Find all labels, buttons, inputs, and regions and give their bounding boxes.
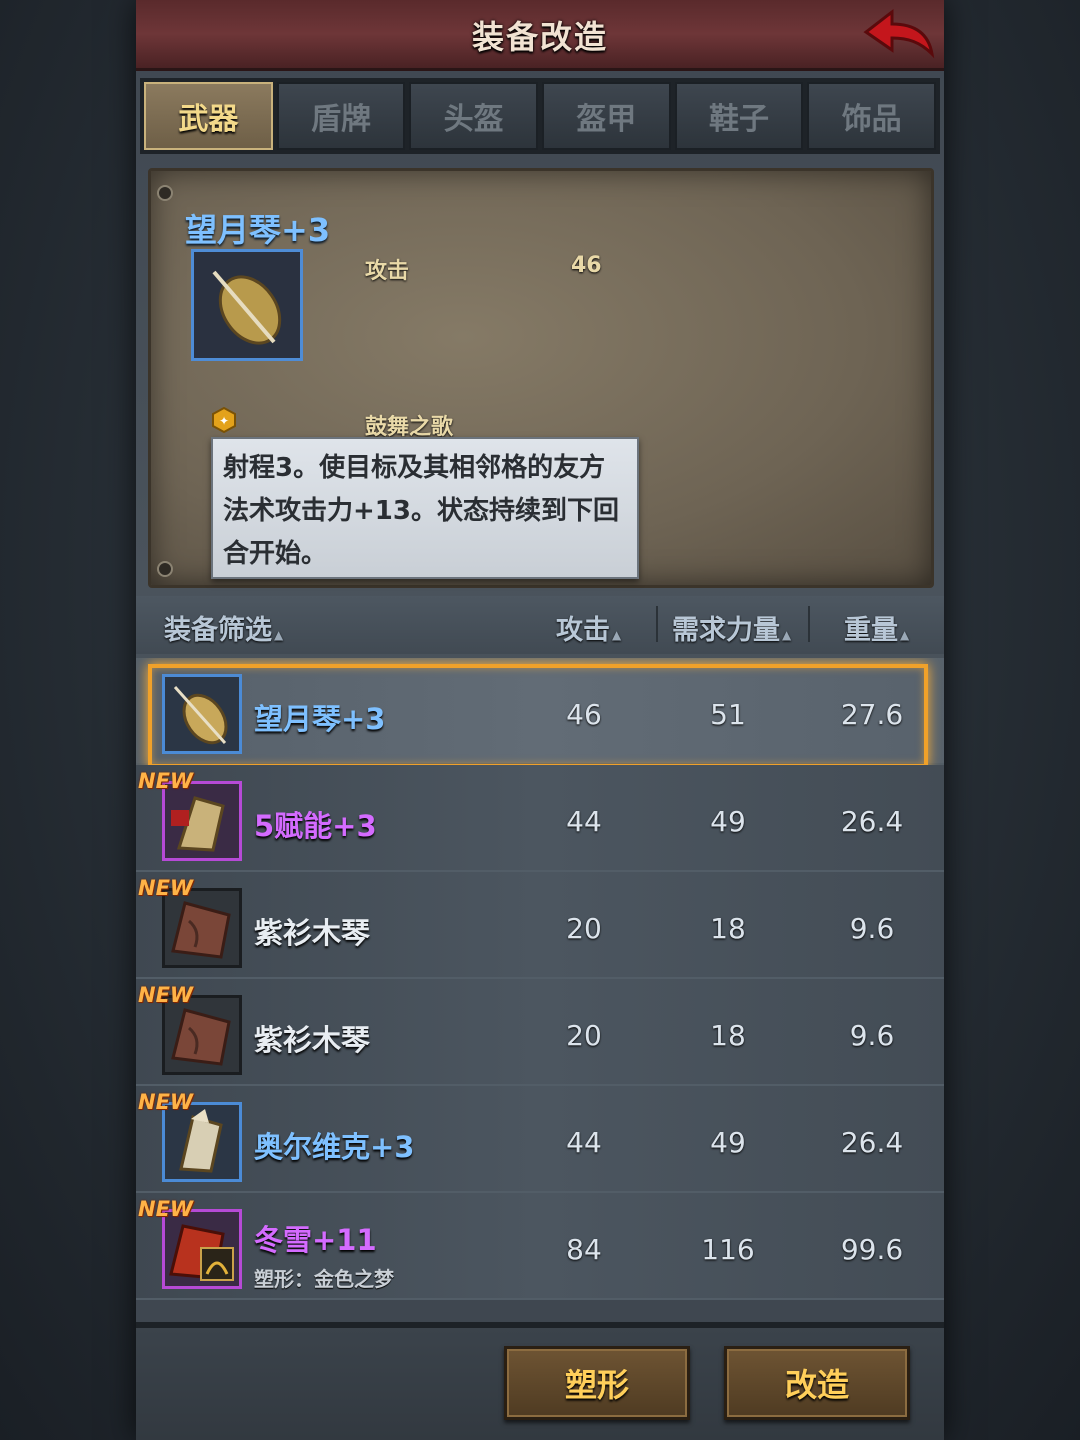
equipment-row[interactable]: 望月琴+3 46 51 27.6: [136, 658, 944, 765]
weight-value: 27.6: [840, 698, 904, 731]
equipment-list: 望月琴+3 46 51 27.6 NEW 5赋能+3 44 49 26.4 NE…: [136, 658, 944, 1320]
weight-sort-button[interactable]: 重量 ▲: [844, 608, 909, 647]
attack-value: 84: [566, 1233, 602, 1266]
weight-label: 重量: [844, 615, 898, 646]
strength-label: 需求力量: [672, 615, 780, 646]
column-header-bar: 装备筛选 ▲ 攻击 ▲ 需求力量 ▲ 重量 ▲: [136, 596, 944, 654]
filter-label: 装备筛选: [164, 615, 272, 646]
skill-tooltip: 射程3。使目标及其相邻格的友方 法术攻击力+13。状态持续到下回 合开始。: [211, 437, 639, 579]
tab-weapon[interactable]: 武器: [144, 82, 273, 150]
reshape-subtitle: 塑形：金色之梦: [254, 1267, 394, 1291]
gauntlet-icon: [162, 1102, 242, 1182]
weight-value: 99.6: [840, 1233, 904, 1266]
wooden-lute-icon: [162, 995, 242, 1075]
sort-triangle-icon: ▲: [274, 628, 284, 642]
attack-value: 46: [566, 698, 602, 731]
item-detail-name: 望月琴+3: [185, 211, 331, 249]
page-title: 装备改造: [471, 18, 608, 56]
new-badge: NEW: [138, 1197, 194, 1221]
strength-value: 18: [710, 1019, 746, 1052]
item-name: 奥尔维克+3: [254, 1130, 415, 1164]
tab-accessory[interactable]: 饰品: [807, 82, 937, 150]
strength-value: 51: [710, 698, 746, 731]
sort-triangle-icon: ▲: [612, 628, 622, 642]
item-name: 5赋能+3: [254, 809, 377, 843]
rivet: [157, 561, 173, 577]
gauntlet-icon: [162, 781, 242, 861]
attack-value: 20: [566, 1019, 602, 1052]
equipment-row[interactable]: NEW 5赋能+3 44 49 26.4: [136, 765, 944, 872]
weight-value: 26.4: [840, 805, 904, 838]
item-name: 紫衫木琴: [254, 916, 371, 950]
tooltip-line: 射程3。使目标及其相邻格的友方: [223, 453, 606, 483]
footer-bar: 塑形 改造: [136, 1322, 944, 1440]
strength-value: 18: [710, 912, 746, 945]
attack-value: 44: [566, 1126, 602, 1159]
strength-sort-button[interactable]: 需求力量 ▲: [672, 608, 791, 647]
strength-value: 116: [701, 1233, 755, 1266]
item-detail-icon: [191, 249, 303, 361]
tab-helmet[interactable]: 头盔: [409, 82, 539, 150]
attack-value: 20: [566, 912, 602, 945]
new-badge: NEW: [138, 983, 194, 1007]
sort-triangle-icon: ▲: [900, 628, 910, 642]
item-name: 望月琴+3: [254, 702, 386, 736]
dragon-gauntlet-icon: [162, 1209, 242, 1289]
strength-value: 49: [710, 1126, 746, 1159]
new-badge: NEW: [138, 876, 194, 900]
back-arrow-icon: [863, 8, 935, 59]
attack-sort-button[interactable]: 攻击 ▲: [556, 608, 621, 647]
detail-stat-value: 46: [571, 253, 602, 278]
equipment-tabs: 武器 盾牌 头盔 盔甲 鞋子 饰品: [140, 78, 940, 154]
filter-sort-button[interactable]: 装备筛选 ▲: [164, 608, 283, 647]
reshape-button[interactable]: 塑形: [504, 1346, 690, 1420]
strength-value: 49: [710, 805, 746, 838]
equipment-panel: 装备改造 武器 盾牌 头盔 盔甲 鞋子 饰品 望月琴+3 攻击 46 ✦ 鼓舞之…: [136, 0, 944, 1440]
tab-shoes[interactable]: 鞋子: [674, 82, 804, 150]
tooltip-line: 法术攻击力+13。状态持续到下回: [223, 496, 619, 526]
equipment-row[interactable]: NEW 奥尔维克+3 44 49 26.4: [136, 1086, 944, 1193]
detail-stat-label: 攻击: [365, 259, 410, 284]
item-name: 冬雪+11: [254, 1223, 377, 1257]
back-button[interactable]: [862, 4, 938, 62]
tab-armor[interactable]: 盔甲: [542, 82, 671, 150]
attack-value: 44: [566, 805, 602, 838]
equipment-row[interactable]: NEW 紫衫木琴 20 18 9.6: [136, 979, 944, 1086]
lute-icon: [162, 674, 242, 754]
item-detail-panel: 望月琴+3 攻击 46 ✦ 鼓舞之歌 凝神 射程3。使目标及其相邻格的友方 法术…: [148, 168, 934, 588]
new-badge: NEW: [138, 1090, 194, 1114]
column-divider: [656, 606, 658, 642]
weight-value: 9.6: [849, 912, 895, 945]
weight-value: 9.6: [849, 1019, 895, 1052]
sort-triangle-icon: ▲: [782, 628, 792, 642]
equipment-row[interactable]: NEW 紫衫木琴 20 18 9.6: [136, 872, 944, 979]
wooden-lute-icon: [162, 888, 242, 968]
new-badge: NEW: [138, 769, 194, 793]
item-name: 紫衫木琴: [254, 1023, 371, 1057]
tab-shield[interactable]: 盾牌: [276, 82, 406, 150]
svg-text:✦: ✦: [219, 414, 229, 428]
tooltip-line: 合开始。: [223, 539, 328, 569]
rivet: [157, 185, 173, 201]
modify-button[interactable]: 改造: [724, 1346, 910, 1420]
header-bar: 装备改造: [136, 0, 944, 71]
weight-value: 26.4: [840, 1126, 904, 1159]
attack-label: 攻击: [556, 615, 610, 646]
column-divider: [808, 606, 810, 642]
skill-hex-icon: ✦: [212, 407, 236, 433]
equipment-row[interactable]: NEW 冬雪+11 塑形：金色之梦 84 116 99.6: [136, 1193, 944, 1300]
